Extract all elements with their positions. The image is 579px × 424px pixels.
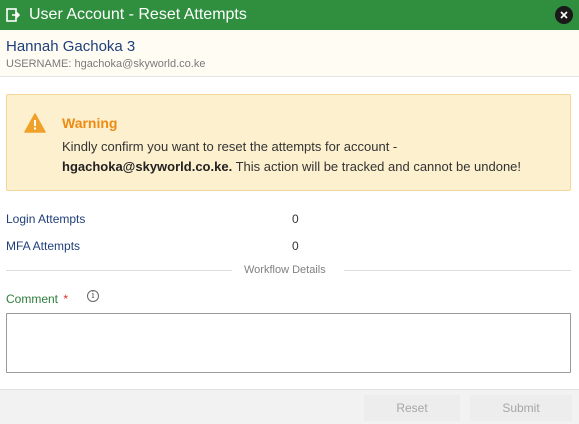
divider-line-right [344,270,571,271]
warning-message-line1: Kindly confirm you want to reset the att… [62,139,398,154]
account-icon [6,8,20,22]
account-username: USERNAME: hgachoka@skyworld.co.ke [6,58,206,70]
warning-account: hgachoka@skyworld.co.ke. [62,159,233,174]
warning-message-line2: hgachoka@skyworld.co.ke. This action wil… [62,159,521,174]
divider-line-left [6,270,232,271]
login-attempts-label: Login Attempts [6,212,86,226]
warning-message-rest: This action will be tracked and cannot b… [232,159,522,174]
close-icon [560,11,568,19]
warning-panel: Warning Kindly confirm you want to reset… [6,94,571,191]
window-title: User Account - Reset Attempts [29,6,247,23]
comment-input[interactable] [6,313,571,373]
comment-label: Comment * [6,292,68,306]
warning-icon [24,113,46,133]
workflow-details-divider: Workflow Details [244,264,326,276]
mfa-attempts-label: MFA Attempts [6,239,81,253]
close-button[interactable] [555,6,573,24]
window-titlebar: User Account - Reset Attempts [0,0,579,30]
submit-button[interactable]: Submit [470,395,572,421]
login-attempts-value: 0 [292,212,299,226]
account-header: Hannah Gachoka 3 USERNAME: hgachoka@skyw… [0,30,579,77]
mfa-attempts-value: 0 [292,239,299,253]
account-name: Hannah Gachoka 3 [6,38,136,55]
info-icon[interactable]: i [87,290,99,302]
warning-title: Warning [62,115,118,131]
reset-button[interactable]: Reset [364,395,460,421]
comment-label-text: Comment [6,292,59,306]
required-marker: * [63,292,69,306]
